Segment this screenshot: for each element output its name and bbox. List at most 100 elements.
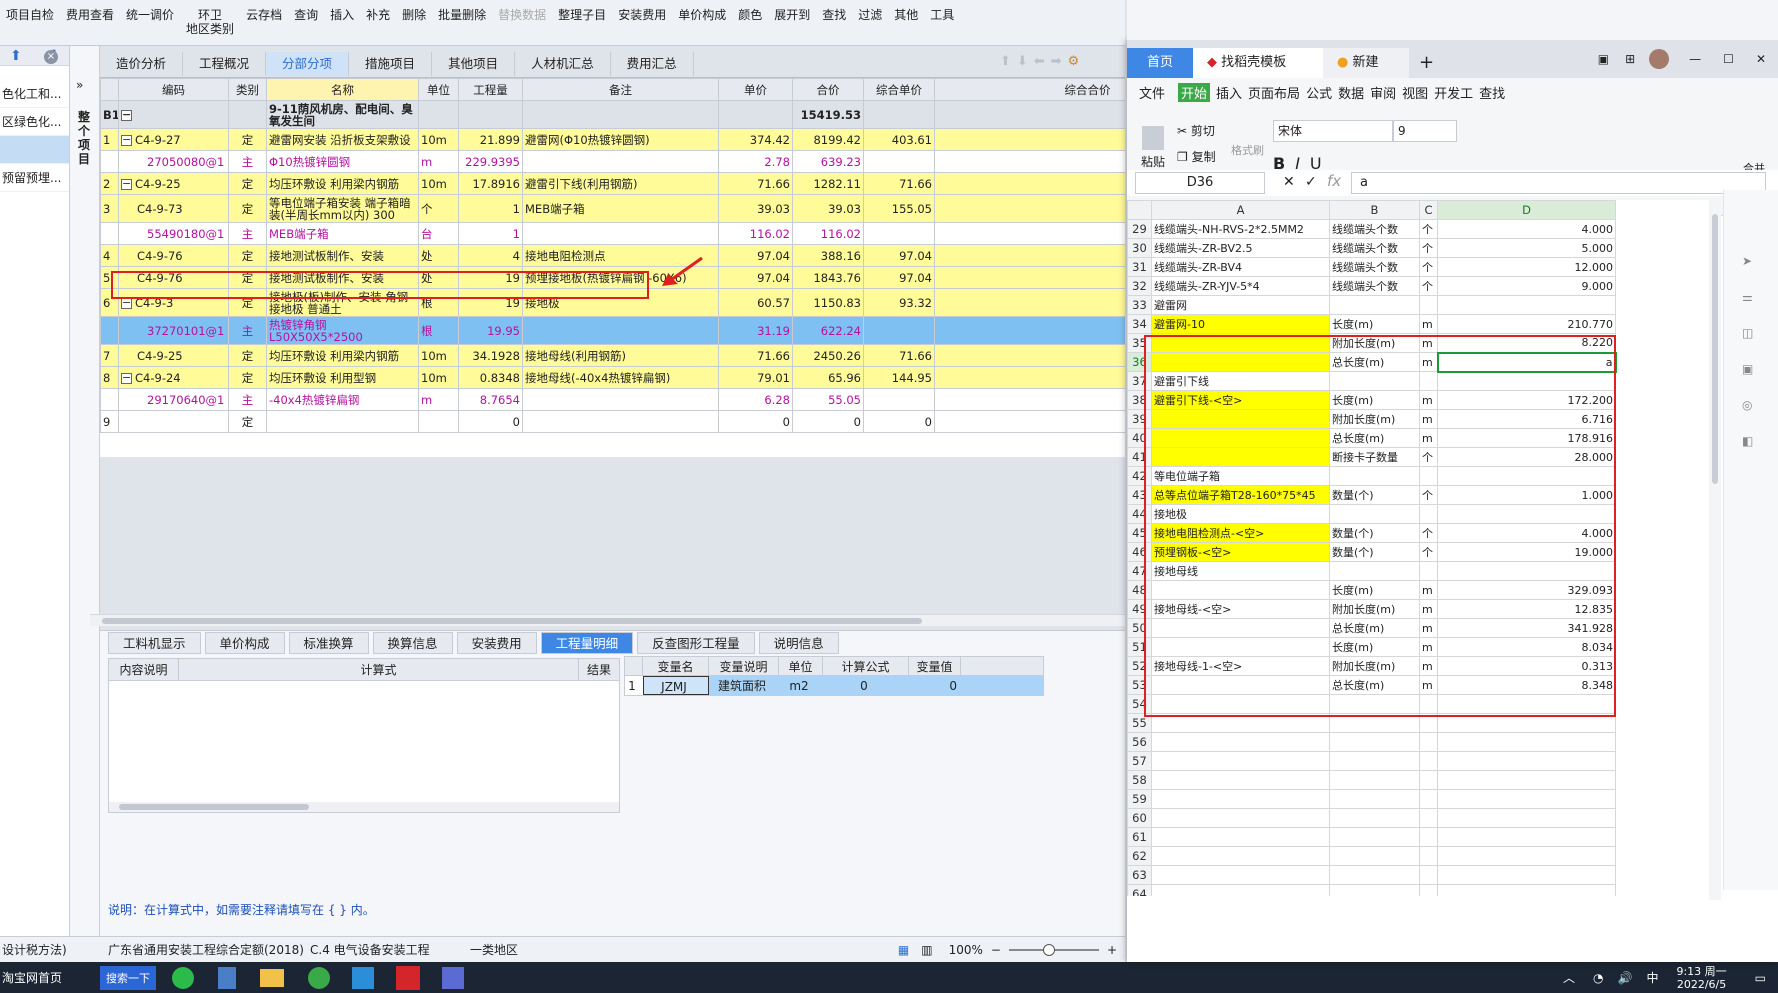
grid-cell-ctotal[interactable]: 0 xyxy=(934,410,1125,433)
sheet-cell-d[interactable]: 4.000 xyxy=(1437,219,1616,239)
toolbar-button[interactable]: 工具 xyxy=(924,0,960,46)
var-cell[interactable]: 建筑面积 xyxy=(709,676,779,695)
grid-cell-qty[interactable]: 34.1928 xyxy=(458,344,523,367)
sheet-cell-b[interactable]: 长度(m) xyxy=(1329,314,1420,334)
sheet-cell-a[interactable]: 线缆端头-ZR-BV2.5 xyxy=(1151,238,1330,258)
grid-cell-name[interactable] xyxy=(266,410,419,433)
cut-button[interactable]: ✂ 剪切 xyxy=(1177,122,1215,139)
grid-cell-qty[interactable]: 21.899 xyxy=(458,128,523,151)
grid-col-header[interactable]: 综合单价 xyxy=(863,78,935,101)
sheet-cell-n[interactable]: 61 xyxy=(1127,827,1152,847)
bottom-tab[interactable]: 安装费用 xyxy=(456,632,537,654)
book-tool-icon[interactable]: ◧ xyxy=(1742,434,1753,448)
sheet-cell-d[interactable]: 210.770 xyxy=(1437,314,1616,334)
module-tab[interactable]: 措施项目 xyxy=(349,52,433,76)
grid-cell-total[interactable]: 0 xyxy=(792,410,864,433)
sheet-cell-b[interactable]: 线缆端头个数 xyxy=(1329,219,1420,239)
sheet-cell-c[interactable] xyxy=(1419,827,1438,847)
toolbar-button[interactable]: 查找 xyxy=(816,0,852,46)
sheet-cell-d[interactable] xyxy=(1437,846,1616,866)
grid-cell-unit[interactable]: 10m xyxy=(418,366,459,389)
toolbar-button[interactable]: 过滤 xyxy=(852,0,888,46)
sheet-cell-a[interactable] xyxy=(1151,808,1330,828)
grid-cell-unit[interactable]: 处 xyxy=(418,244,459,267)
calculator-icon[interactable] xyxy=(218,966,236,989)
sheet-cell-b[interactable] xyxy=(1329,884,1420,896)
grid-cell-type[interactable]: 定 xyxy=(228,128,267,151)
grid-row[interactable]: B1− 9-11荫风机房、配电间、臭氧发生间 15419.53 16852.08 xyxy=(100,100,1125,129)
grid-cell-no[interactable] xyxy=(100,150,119,173)
grid-cell-code[interactable]: 37270101@1 xyxy=(118,316,229,345)
notification-icon[interactable]: ▭ xyxy=(1755,971,1766,985)
avatar[interactable] xyxy=(1649,49,1670,69)
sheet-cell-b[interactable] xyxy=(1329,732,1420,752)
bottom-tab[interactable]: 标准换算 xyxy=(288,632,369,654)
paste-button[interactable]: 粘贴 xyxy=(1141,126,1165,170)
grid-cell-code[interactable]: C4-9-76 xyxy=(118,244,229,267)
toolbar-button[interactable]: 单价构成 xyxy=(672,0,732,46)
sheet-cell-a[interactable] xyxy=(1151,865,1330,885)
grid-cell-type[interactable]: 定 xyxy=(228,172,267,195)
sheet-cell-n[interactable]: 62 xyxy=(1127,846,1152,866)
grid-cell-unit[interactable] xyxy=(418,410,459,433)
toolbar-button[interactable]: 安装费用 xyxy=(612,0,672,46)
grid-cell-note[interactable] xyxy=(522,222,719,245)
grid-cell-ctotal[interactable]: 1773.0 xyxy=(934,288,1125,317)
grid-cell-qty[interactable]: 0.8348 xyxy=(458,366,523,389)
grid-cell-no[interactable]: 4 xyxy=(100,244,119,267)
taskbar-homepage[interactable]: 淘宝网首页 xyxy=(0,969,100,986)
sheet-cell-c[interactable] xyxy=(1419,732,1438,752)
sheet-cell-b[interactable]: 线缆端头个数 xyxy=(1329,276,1420,296)
confirm-icon[interactable]: ✓ xyxy=(1305,174,1317,190)
grid-cell-name[interactable]: 均压环敷设 利用梁内钢筋 xyxy=(266,344,419,367)
sheet-cell-b[interactable]: 线缆端头个数 xyxy=(1329,238,1420,258)
sheet-cell-b[interactable] xyxy=(1329,865,1420,885)
grid-cell-unit[interactable]: 个 xyxy=(418,194,459,223)
grid-cell-price[interactable]: 97.04 xyxy=(718,244,793,267)
grid-cell-qty[interactable]: 1 xyxy=(458,222,523,245)
module-tab[interactable]: 造价分析 xyxy=(100,52,184,76)
toolbar-button[interactable]: 云存档 xyxy=(240,0,288,46)
grid-cell-note[interactable] xyxy=(522,410,719,433)
grid-col-header[interactable]: 类别 xyxy=(228,78,267,101)
grid-row[interactable]: 3 C4-9-73 定等电位端子箱安装 端子箱暗装(半周长mm以内) 300 个 1 ME… xyxy=(100,194,1125,223)
calc-scrollbar[interactable] xyxy=(109,802,619,812)
maximize-icon[interactable]: ☐ xyxy=(1723,52,1734,66)
grid-cell-cprice[interactable] xyxy=(863,222,935,245)
app-a-icon[interactable] xyxy=(442,966,464,989)
grid-cell-unit[interactable]: 台 xyxy=(418,222,459,245)
sheet-cell-d[interactable] xyxy=(1437,770,1616,790)
grid-cell-no[interactable]: 8 xyxy=(100,366,119,389)
grid-cell-code[interactable]: − C4-9-27 xyxy=(118,128,229,151)
grid-cell-no[interactable] xyxy=(100,316,119,345)
sheet-cell-d[interactable] xyxy=(1437,789,1616,809)
grid-cell-total[interactable]: 388.16 xyxy=(792,244,864,267)
grid-cell-no[interactable]: 3 xyxy=(100,194,119,223)
window-layout-icon[interactable]: ▣ xyxy=(1598,52,1609,66)
wps-menu-item[interactable]: 开发工 xyxy=(1434,83,1473,102)
grid-cell-ctotal[interactable]: 12 xyxy=(934,366,1125,389)
grid-row[interactable]: 1− C4-9-27 定避雷网安装 沿折板支架敷设 10m 21.899 避雷网(Φ10热… xyxy=(100,128,1125,151)
sheet-cell-c[interactable]: 个 xyxy=(1419,276,1438,296)
bottom-tab[interactable]: 说明信息 xyxy=(758,632,839,654)
app-blue-icon[interactable] xyxy=(352,966,374,989)
grid-cell-qty[interactable]: 1 xyxy=(458,194,523,223)
sidebar-item-selected[interactable] xyxy=(0,136,69,164)
grid-cell-code[interactable]: − C4-9-24 xyxy=(118,366,229,389)
grid-cell-total[interactable]: 2450.26 xyxy=(792,344,864,367)
sheet-cell-c[interactable] xyxy=(1419,295,1438,315)
grid-hscrollbar[interactable] xyxy=(90,614,1125,626)
sheet-cell-c[interactable]: 个 xyxy=(1419,257,1438,277)
wps-menu-item[interactable]: 数据 xyxy=(1338,83,1364,102)
zoom-out-icon[interactable]: − xyxy=(991,943,1001,957)
grid-cell-type[interactable]: 主 xyxy=(228,150,267,173)
grid-col-header[interactable]: 编码 xyxy=(118,78,229,101)
sheet-cell-n[interactable]: 30 xyxy=(1127,238,1152,258)
sheet-cell-n[interactable]: 60 xyxy=(1127,808,1152,828)
grid-col-header[interactable]: 名称 xyxy=(266,78,419,101)
grid-cell-note[interactable] xyxy=(522,388,719,411)
wps-menu-item[interactable]: 开始 xyxy=(1178,82,1211,102)
grid-cell-ctotal[interactable]: 1282.1 xyxy=(934,172,1125,195)
grid-row[interactable]: 9定00000 xyxy=(100,410,1125,433)
bottom-tab[interactable]: 反查图形工程量 xyxy=(637,632,755,654)
